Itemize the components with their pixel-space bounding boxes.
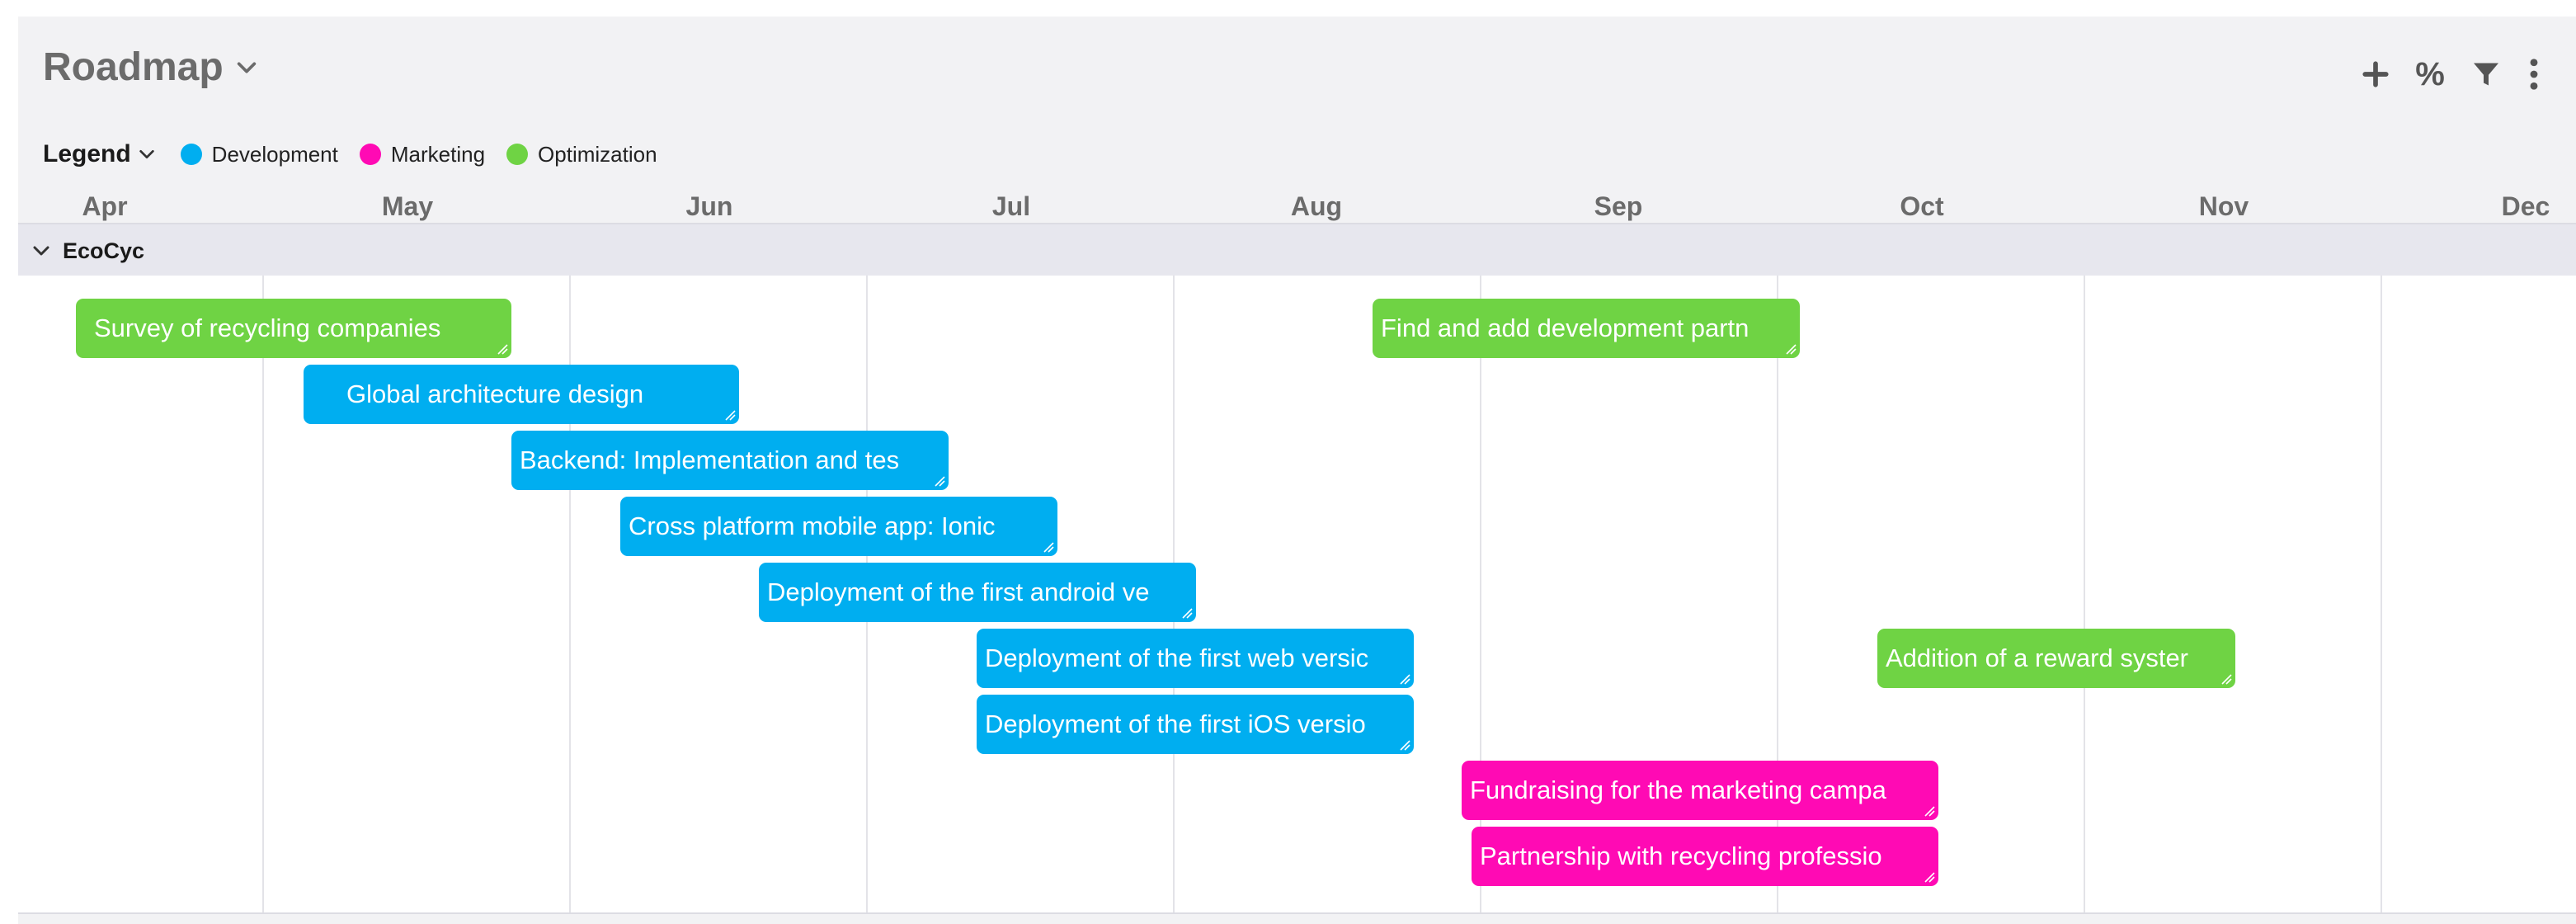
task-bar[interactable]: Backend: Implementation and tes <box>511 431 949 490</box>
resize-handle-icon[interactable] <box>1043 541 1054 553</box>
task-label: Deployment of the first iOS versio <box>985 710 1366 738</box>
chevron-down-icon <box>237 61 256 73</box>
legend-item-label: Optimization <box>538 141 657 167</box>
timeline-grid: Survey of recycling companies Global arc… <box>18 276 2576 914</box>
task-bar[interactable]: Global architecture design <box>304 365 739 424</box>
group-name: EcoCyc <box>63 238 145 263</box>
task-label: Deployment of the first web versic <box>985 644 1369 672</box>
group-row-ecocyc[interactable]: EcoCyc <box>18 223 2576 277</box>
task-bar[interactable]: Fundraising for the marketing campa <box>1462 761 1938 820</box>
chevron-down-icon[interactable] <box>31 241 51 261</box>
resize-handle-icon[interactable] <box>1785 343 1797 355</box>
plus-icon <box>2362 61 2389 87</box>
roadmap-title-dropdown[interactable]: Roadmap <box>43 45 258 90</box>
task-label: Global architecture design <box>346 380 644 408</box>
month-label: Nov <box>2198 191 2249 221</box>
month-label: Jul <box>991 191 1031 221</box>
legend-dot-marketing <box>359 144 381 165</box>
task-label: Survey of recycling companies <box>94 314 441 342</box>
task-bar[interactable]: Deployment of the first web versic <box>977 629 1414 688</box>
legend-toggle[interactable]: Legend <box>43 140 156 168</box>
grid-line <box>2381 276 2382 912</box>
task-label: Cross platform mobile app: Ionic <box>629 512 996 540</box>
legend-item-label: Marketing <box>390 141 486 167</box>
task-label: Backend: Implementation and tes <box>520 446 900 474</box>
resize-handle-icon[interactable] <box>1399 673 1410 685</box>
legend-item-optimization: Optimization <box>506 142 657 167</box>
more-vertical-icon <box>2530 59 2538 90</box>
resize-handle-icon[interactable] <box>724 409 736 421</box>
task-bar[interactable]: Deployment of the first android ve <box>759 563 1196 622</box>
task-label: Find and add development partn <box>1381 314 1750 342</box>
legend: Legend Development Marketing Optimizatio… <box>43 140 679 168</box>
month-label: May <box>381 191 434 221</box>
grid-line <box>2084 276 2085 912</box>
month-label: Apr <box>82 191 128 221</box>
task-bar[interactable]: Addition of a reward syster <box>1877 629 2235 688</box>
resize-handle-icon[interactable] <box>1399 739 1410 751</box>
page-title: Roadmap <box>43 45 224 89</box>
month-label: Jun <box>685 191 733 221</box>
percent-button[interactable]: % <box>2411 50 2449 99</box>
task-bar[interactable]: Deployment of the first iOS versio <box>977 695 1414 754</box>
month-label: Dec <box>2501 191 2550 221</box>
month-label: Oct <box>1900 191 1944 221</box>
resize-handle-icon[interactable] <box>1181 607 1193 619</box>
task-label: Fundraising for the marketing campa <box>1470 776 1886 804</box>
add-button[interactable] <box>2357 50 2395 99</box>
legend-label: Legend <box>43 140 131 167</box>
filter-button[interactable] <box>2467 50 2505 99</box>
month-label: Aug <box>1290 191 1343 221</box>
task-bar[interactable]: Partnership with recycling professio <box>1472 827 1938 886</box>
task-label: Partnership with recycling professio <box>1480 842 1882 870</box>
chevron-down-icon <box>139 149 154 159</box>
filter-icon <box>2474 63 2498 86</box>
percent-icon: % <box>2415 55 2445 92</box>
header: Roadmap % <box>18 16 2576 124</box>
roadmap-panel: Roadmap % Legend Development Marketing O… <box>18 16 2576 924</box>
resize-handle-icon[interactable] <box>2220 673 2232 685</box>
resize-handle-icon[interactable] <box>497 343 508 355</box>
month-label: Sep <box>1594 191 1643 221</box>
task-label: Addition of a reward syster <box>1886 644 2189 672</box>
task-bar[interactable]: Cross platform mobile app: Ionic <box>620 497 1057 556</box>
legend-dot-optimization <box>506 144 529 165</box>
resize-handle-icon[interactable] <box>1924 805 1935 817</box>
task-label: Deployment of the first android ve <box>767 578 1150 606</box>
task-bar[interactable]: Find and add development partn <box>1373 299 1800 358</box>
legend-dot-development <box>180 144 202 165</box>
resize-handle-icon[interactable] <box>934 475 945 487</box>
resize-handle-icon[interactable] <box>1924 871 1935 883</box>
grid-line <box>262 276 264 912</box>
legend-item-marketing: Marketing <box>359 141 486 167</box>
task-bar[interactable]: Survey of recycling companies <box>76 299 511 358</box>
more-options-button[interactable] <box>2522 50 2546 99</box>
legend-item-label: Development <box>211 141 338 167</box>
legend-item-development: Development <box>180 141 338 167</box>
